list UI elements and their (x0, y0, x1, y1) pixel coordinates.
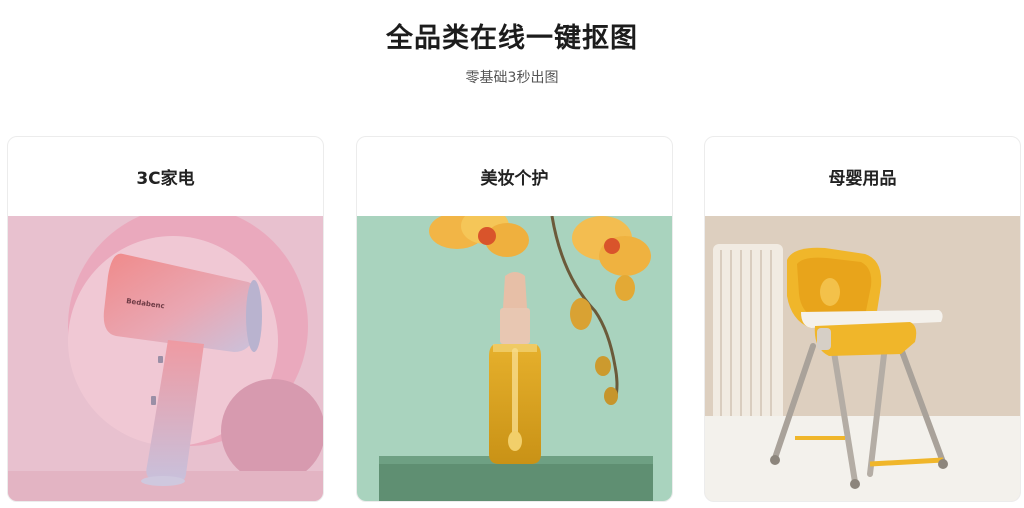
category-card-label: 3C家电 (136, 169, 195, 189)
serum-bottle-orchid-image (357, 216, 672, 501)
category-card-beauty-care[interactable]: 美妆个护 (356, 136, 673, 502)
category-card-label: 母婴用品 (828, 169, 897, 189)
baby-high-chair-image (705, 216, 1020, 501)
category-card-label: 美妆个护 (480, 169, 549, 189)
category-card-3c-appliances[interactable]: 3C家电 Bedabenc (7, 136, 324, 502)
hair-dryer-image: Bedabenc (8, 216, 323, 501)
category-card-mother-baby[interactable]: 母婴用品 (704, 136, 1021, 502)
page-subtitle: 零基础3秒出图 (465, 70, 559, 86)
page-title: 全品类在线一键抠图 (386, 23, 638, 54)
